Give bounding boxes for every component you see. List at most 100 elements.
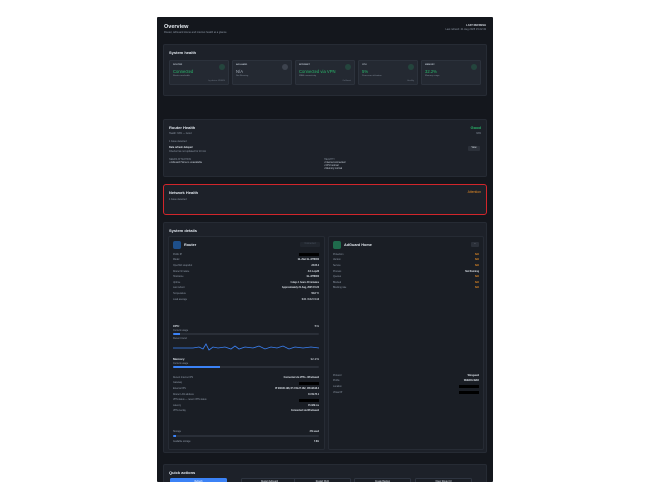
adguard-info-rows: Protection N/A Version N/A Service N/A Process…	[333, 252, 479, 291]
quick-action-restart-wi-fi[interactable]: Restart Wi-Fi	[294, 478, 351, 482]
router-panel-title: Router	[184, 242, 197, 247]
health-tile-router[interactable]: ROUTER Connected Router reachable by device…	[169, 60, 229, 85]
router-info-key: Temperature	[173, 292, 186, 295]
router-network-rows: Recent Internet IPS Connected via VPN + W…	[173, 375, 319, 414]
health-tiles: ROUTER Connected Router reachable by device…	[169, 60, 481, 85]
router-health-status: Good	[470, 125, 481, 130]
router-info-key: Last reboot	[173, 287, 185, 290]
tile-value: 32.2%	[425, 69, 437, 74]
cpu-bar-fill	[173, 332, 181, 335]
router-health-card[interactable]: Router Health Health: 93% — Good Good 93…	[163, 119, 487, 177]
router-info-row: Load average 0.01 / 0.12 / 0.12	[173, 297, 319, 303]
attention-items: • AdGuard Home is unavailable	[169, 161, 269, 164]
adguard-info-value: N/A	[475, 264, 479, 267]
router-info-value: GL-MT6000	[306, 276, 319, 279]
health-tile-adguard[interactable]: ADGUARD N/A Not Running	[232, 60, 292, 85]
shield-icon	[282, 64, 288, 70]
available-storage-label: Available storage	[173, 441, 191, 444]
tile-label: ROUTER	[173, 64, 183, 66]
network-health-card[interactable]: Network Health Attention 1 Issue detecte…	[163, 184, 487, 215]
adguard-panel-title: AdGuard Home	[344, 242, 372, 247]
tile-footnote: OutSmart	[342, 80, 351, 82]
refresh-info: LAST REFRESH Last refresh: 21 Aug 2025 1…	[445, 24, 486, 31]
memory-label: Memory	[173, 356, 185, 361]
health-tile-memory[interactable]: MEMORY 32.2% Memory usage	[421, 60, 481, 85]
network-health-title: Network Health	[169, 190, 199, 195]
cpu-label: CPU	[173, 323, 180, 328]
vpn-info-key: Virtual IP	[333, 391, 343, 394]
adguard-info-key: Protection	[333, 253, 344, 256]
router-net-key: Latency	[173, 404, 182, 407]
available-storage-value: 7.6G	[314, 441, 319, 444]
tile-label: CPU	[362, 64, 367, 66]
router-net-value: 15.329 ms	[308, 404, 319, 407]
router-net-value: Connected via WireGuard	[290, 410, 319, 413]
adguard-info-value: N/A	[475, 253, 479, 256]
cpu-section: CPU 5% Current usage Recent trend	[173, 323, 319, 353]
network-health-status: Attention	[467, 190, 481, 194]
stale-text: Checks has not updated for 10 min	[169, 149, 207, 153]
adguard-more-button[interactable]: ...	[471, 242, 479, 247]
vpn-info-value: Wireguard	[467, 374, 479, 377]
tile-footnote: by device: WGWG	[208, 80, 225, 82]
redacted-value	[459, 385, 479, 389]
cpu-trend-sparkline	[173, 342, 319, 351]
redacted-value	[299, 381, 319, 385]
health-tile-internet[interactable]: INTERNET Connected via VPN WAN connectivit…	[295, 60, 355, 85]
router-net-key: Router LAN address	[173, 393, 194, 396]
quick-action-refresh[interactable]: Refresh	[170, 478, 227, 482]
adguard-panel: AdGuard Home ... Protection N/A Version N/A…	[328, 236, 484, 450]
tile-note: Processor utilization	[362, 75, 382, 77]
router-net-key: VPN overlay	[173, 410, 186, 413]
router-info-key: Load average	[173, 298, 188, 301]
adguard-info-key: Blocking rate	[333, 287, 347, 290]
router-net-value: 10.59.75.1	[308, 393, 319, 396]
redacted-value	[459, 391, 479, 395]
system-health-title: System health	[169, 50, 197, 55]
storage-bar-fill	[173, 434, 176, 437]
page-subtitle: Router, AdGuard Home and internet health…	[164, 31, 227, 34]
router-info-key: OpenWrt snapshot	[173, 264, 193, 267]
system-details-title: System details	[169, 228, 198, 233]
quick-action-create-backup[interactable]: Create Backup	[354, 478, 411, 482]
router-net-key: External IPS	[173, 387, 186, 390]
cpu-icon	[408, 64, 414, 70]
quick-actions-title: Quick actions	[169, 470, 196, 475]
tile-value: 5%	[362, 69, 369, 74]
quick-action-restart-adguard[interactable]: Restart AdGuard	[241, 478, 298, 482]
healthy-list: HEALTHY • Internet connected • CPU normal…	[324, 158, 424, 170]
tile-label: INTERNET	[299, 64, 310, 66]
storage-header: Storage 2% used	[173, 429, 319, 435]
health-tile-cpu[interactable]: CPU 5% Processor utilization Healthy	[358, 60, 418, 85]
globe-icon	[345, 64, 351, 70]
memory-icon	[471, 64, 477, 70]
router-panel: Router Connected Public IP Model GL-iNet G…	[168, 236, 325, 450]
router-net-value: IP 208.80.198, IP 2.59.27.182, 185.98.98…	[275, 387, 319, 390]
tile-value: Connected	[173, 69, 194, 74]
redacted-value	[299, 398, 319, 402]
router-info-value: 0.01 / 0.12 / 0.12	[301, 298, 319, 301]
memory-section: Memory 32.2% Current usage	[173, 356, 319, 368]
adguard-info-value: N/A	[475, 276, 479, 279]
page-title: Overview	[164, 24, 189, 30]
router-info-value: 23.05.2	[311, 264, 319, 267]
router-health-score: 93%	[476, 132, 481, 135]
view-button[interactable]: View	[468, 146, 480, 151]
router-info-value: 4.6.1-op23	[307, 270, 319, 273]
adguard-info-key: Blocked	[333, 281, 342, 284]
memory-bar-fill	[173, 365, 220, 368]
memory-bar	[173, 365, 319, 368]
storage-bar	[173, 434, 319, 437]
router-connected-button[interactable]: Connected	[300, 242, 320, 247]
adguard-info-value: N/A	[475, 281, 479, 284]
router-issue-count: 1 Issue detected	[169, 140, 187, 143]
needs-attention-list: NEEDS ATTENTION • AdGuard Home is unavai…	[169, 158, 269, 164]
router-net-row: VPN overlay Connected via WireGuard	[173, 409, 319, 415]
tile-note: WAN connectivity	[299, 75, 317, 77]
memory-value: 32.2%	[310, 356, 319, 361]
router-info-key: Hostname	[173, 276, 184, 279]
router-icon	[219, 64, 225, 70]
quick-action-open-router-ui[interactable]: Open Router UI	[415, 478, 472, 482]
router-net-key: Recent Internet IPS	[173, 376, 194, 379]
adguard-info-key: Process	[333, 270, 342, 273]
